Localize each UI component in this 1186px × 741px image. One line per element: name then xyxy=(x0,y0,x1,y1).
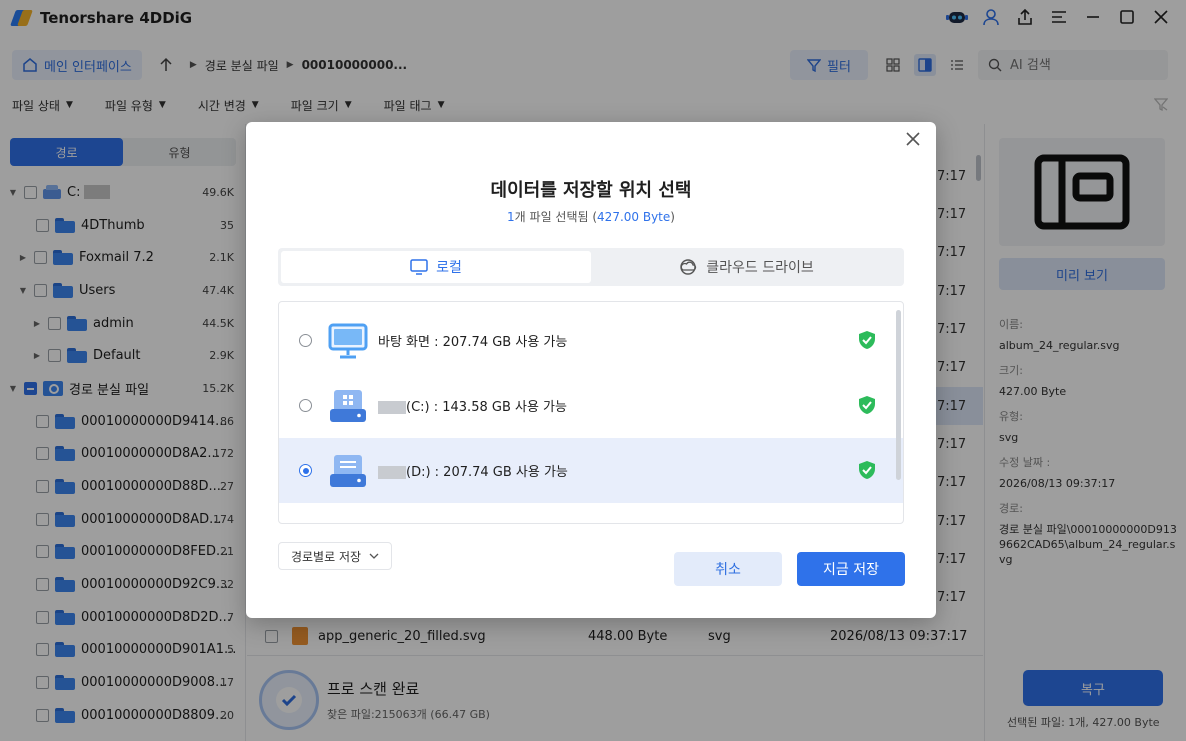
drive-option-d[interactable]: (D:) : 207.74 GB 사용 가능 xyxy=(279,438,903,503)
radio-button[interactable] xyxy=(299,399,312,412)
windows-drive-icon xyxy=(328,386,368,426)
drive-option-desktop[interactable]: 바탕 화면 : 207.74 GB 사용 가능 xyxy=(279,308,903,373)
tab-cloud-drive[interactable]: 클라우드 드라이브 xyxy=(591,251,901,283)
chevron-down-icon xyxy=(369,553,379,559)
storage-tabs: 로컬 클라우드 드라이브 xyxy=(278,248,904,286)
cloud-icon xyxy=(680,259,697,275)
tab-local[interactable]: 로컬 xyxy=(281,251,591,283)
cancel-button[interactable]: 취소 xyxy=(674,552,782,586)
radio-button[interactable] xyxy=(299,334,312,347)
radio-button-selected[interactable] xyxy=(299,464,312,477)
save-by-path-dropdown[interactable]: 경로별로 저장 xyxy=(278,542,392,570)
verified-shield-icon xyxy=(857,460,877,480)
drive-label: (C:) : 143.58 GB 사용 가능 xyxy=(406,400,567,415)
hard-drive-icon xyxy=(328,451,368,491)
monitor-icon xyxy=(410,259,428,275)
redacted-block xyxy=(378,466,406,479)
close-icon[interactable] xyxy=(906,132,922,148)
save-location-dialog: 데이터를 저장할 위치 선택 1개 파일 선택됨 (427.00 Byte) 로… xyxy=(246,122,936,618)
drive-list: 바탕 화면 : 207.74 GB 사용 가능 (C:) : 143.58 GB… xyxy=(278,301,904,524)
dialog-subtitle: 1개 파일 선택됨 (427.00 Byte) xyxy=(507,210,675,224)
drive-option-c[interactable]: (C:) : 143.58 GB 사용 가능 xyxy=(279,373,903,438)
verified-shield-icon xyxy=(857,330,877,350)
desktop-monitor-icon xyxy=(328,321,368,361)
redacted-block xyxy=(378,401,406,414)
drive-list-scrollbar[interactable] xyxy=(896,310,901,480)
dialog-title: 데이터를 저장할 위치 선택 xyxy=(490,180,692,201)
drive-label: (D:) : 207.74 GB 사용 가능 xyxy=(406,465,568,480)
verified-shield-icon xyxy=(857,395,877,415)
save-now-button[interactable]: 지금 저장 xyxy=(797,552,905,586)
drive-label: 바탕 화면 : 207.74 GB 사용 가능 xyxy=(378,335,568,350)
